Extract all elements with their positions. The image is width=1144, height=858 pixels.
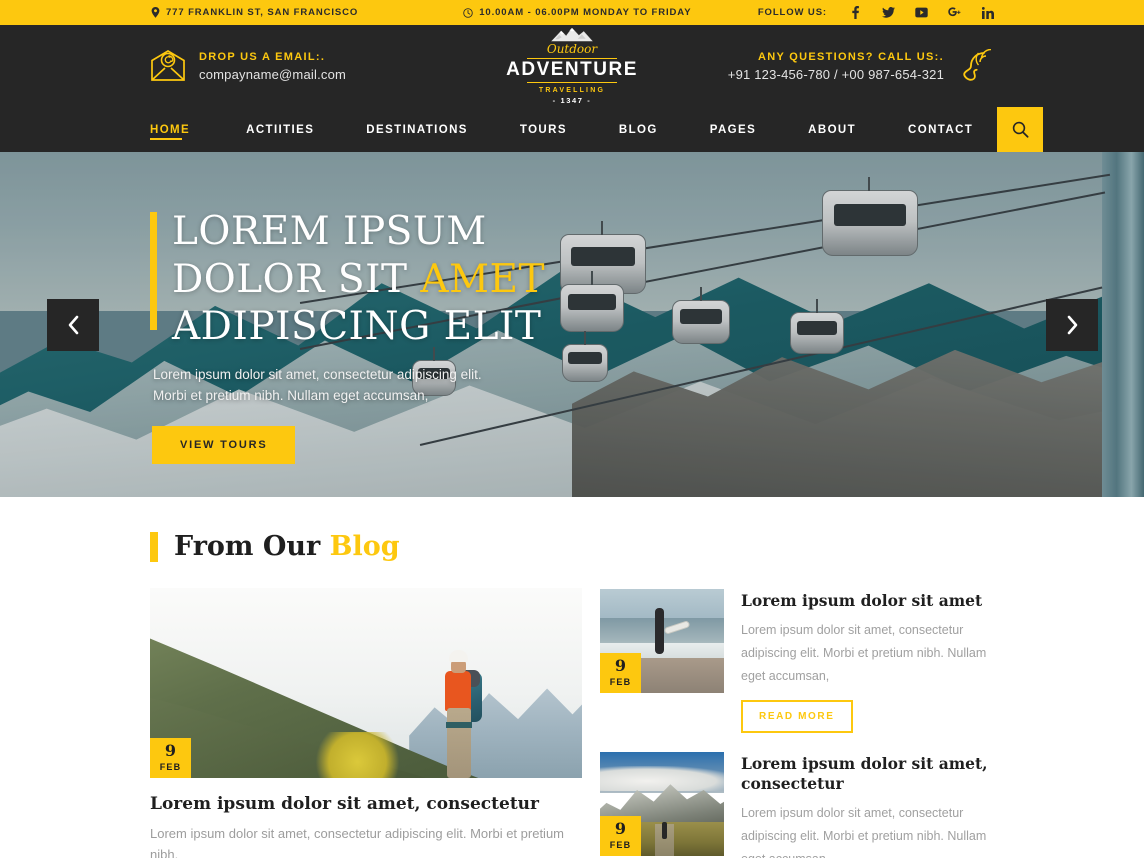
header-email-block: DROP US A EMAIL:. compayname@mail.com [150,49,346,83]
view-tours-button[interactable]: VIEW TOURS [152,425,296,464]
topbar-hours: 10.00AM - 06.00PM MONDAY TO FRIDAY [463,7,691,18]
blog-heading-pre: From Our [174,531,330,562]
blog-side-list: 9 FEB Lorem ipsum dolor sit amet Lorem i… [600,588,994,858]
hero-next-button[interactable] [1046,298,1098,351]
linkedin-icon[interactable] [981,6,994,19]
blog-post-item-1[interactable]: 9 FEB Lorem ipsum dolor sit amet Lorem i… [600,589,994,733]
nav-item-tours[interactable]: TOURS [494,107,593,152]
phone-icon [958,49,994,83]
hero-title-line3: ADIPISCING ELIT [172,304,542,350]
hero-content: LOREM IPSUM DOLOR SIT AMET ADIPISCING EL… [150,208,710,464]
date-day: 9 [614,818,627,838]
hero-subtitle: Lorem ipsum dolor sit amet, consectetur … [153,366,482,403]
nav-item-about[interactable]: ABOUT [782,107,882,152]
site-logo[interactable]: Outdoor ADVENTURE TRAVELLING - 1347 - [506,27,636,105]
blog-post-excerpt-1: Lorem ipsum dolor sit amet, consectetur … [741,623,987,684]
search-button[interactable] [997,107,1043,152]
blog-post-date-badge-1: 9 FEB [600,653,641,693]
hero-title-line2-pre: DOLOR SIT [172,256,421,302]
nav-item-actiities[interactable]: ACTIITIES [220,107,340,152]
follow-us-label: FOLLOW US: [757,7,827,18]
hero-title-line1: LOREM IPSUM [172,209,487,254]
topbar-address: 777 FRANKLIN ST, SAN FRANCISCO [150,7,358,18]
topbar-hours-text: 10.00AM - 06.00PM MONDAY TO FRIDAY [479,7,692,18]
blog-featured-post[interactable]: 9 FEB Lorem ipsum dolor sit amet, consec… [150,588,582,858]
call-value[interactable]: +91 123-456-780 / +00 987-654-321 [728,67,944,82]
clock-icon [463,7,473,18]
topbar-address-text: 777 FRANKLIN ST, SAN FRANCISCO [166,7,359,18]
blog-post-title-1[interactable]: Lorem ipsum dolor sit amet [741,591,994,611]
header-call-block: ANY QUESTIONS? CALL US:. +91 123-456-780… [728,49,994,83]
search-icon [1012,121,1029,138]
blog-post-title-2[interactable]: Lorem ipsum dolor sit amet, consectetur [741,754,994,794]
hero-accent-bar [150,212,157,330]
logo-rule-bottom [527,82,617,83]
header-call-text: ANY QUESTIONS? CALL US:. +91 123-456-780… [728,51,944,82]
chevron-right-icon [1066,315,1079,335]
chevron-left-icon [67,315,80,335]
blog-featured-date-badge: 9 FEB [150,738,191,778]
nav-item-pages[interactable]: PAGES [684,107,782,152]
date-month: FEB [159,762,182,772]
hero-slider: LOREM IPSUM DOLOR SIT AMET ADIPISCING EL… [0,152,1144,497]
date-month: FEB [609,677,632,687]
topbar-follow: FOLLOW US: [758,6,994,19]
blog-grid: 9 FEB Lorem ipsum dolor sit amet, consec… [150,588,994,858]
blog-heading: From Our Blog [150,531,994,562]
hero-title-accent: AMET [420,256,546,302]
date-day: 9 [614,656,627,675]
nav-item-destinations[interactable]: DESTINATIONS [340,107,494,152]
social-links [849,6,994,19]
logo-rule-top [527,57,617,59]
twitter-icon[interactable] [882,6,895,19]
page-root: 777 FRANKLIN ST, SAN FRANCISCO 10.00AM -… [0,0,1144,858]
youtube-icon[interactable] [915,6,928,19]
main-nav: HOME ACTIITIES DESTINATIONS TOURS BLOG P… [0,107,1144,152]
mountain-logo-icon [551,27,593,42]
site-header: DROP US A EMAIL:. compayname@mail.com Ou… [0,25,1144,107]
blog-heading-title: From Our Blog [174,531,400,562]
email-value[interactable]: compayname@mail.com [199,67,346,82]
logo-name: ADVENTURE [506,59,638,81]
hero-prev-button[interactable] [47,298,99,351]
logo-year: - 1347 - [552,96,592,105]
blog-featured-image: 9 FEB [150,588,582,778]
call-label: ANY QUESTIONS? CALL US:. [757,50,944,63]
google-plus-icon[interactable] [948,6,961,19]
blog-featured-excerpt: Lorem ipsum dolor sit amet, consectetur … [150,826,565,858]
logo-sub: TRAVELLING [538,87,606,94]
date-month: FEB [609,839,632,850]
blog-featured-title[interactable]: Lorem ipsum dolor sit amet, consectetur [150,793,582,815]
read-more-button-1[interactable]: READ MORE [741,699,853,733]
email-label: DROP US A EMAIL:. [199,50,326,63]
hero-title: LOREM IPSUM DOLOR SIT AMET ADIPISCING EL… [150,208,710,351]
blog-post-body-2: Lorem ipsum dolor sit amet, consectetur … [741,752,994,858]
blog-post-thumbnail-2: 9 FEB [600,751,724,856]
blog-post-date-badge-2: 9 FEB [600,815,641,856]
date-day: 9 [164,741,177,760]
blog-heading-accent: Blog [329,531,400,562]
hiker-figure [437,650,483,778]
blog-section: From Our Blog 9 FEB Lorem ipsum dolor si… [0,497,1144,858]
blog-post-body-1: Lorem ipsum dolor sit amet Lorem ipsum d… [741,589,994,733]
logo-script: Outdoor [546,41,598,56]
blog-heading-accent-bar [150,531,158,562]
nav-items: HOME ACTIITIES DESTINATIONS TOURS BLOG P… [150,107,999,152]
nav-item-home[interactable]: HOME [150,107,220,152]
nav-item-blog[interactable]: BLOG [593,107,684,152]
envelope-icon [150,49,186,83]
location-pin-icon [150,7,160,18]
top-bar: 777 FRANKLIN ST, SAN FRANCISCO 10.00AM -… [0,0,1144,25]
nav-item-contact[interactable]: CONTACT [882,107,999,152]
header-email-text: DROP US A EMAIL:. compayname@mail.com [199,51,346,82]
blog-post-item-2[interactable]: 9 FEB Lorem ipsum dolor sit amet, consec… [600,751,994,858]
facebook-icon[interactable] [849,6,862,19]
blog-post-excerpt-2: Lorem ipsum dolor sit amet, consectetur … [741,805,987,858]
blog-post-thumbnail-1: 9 FEB [600,589,724,693]
hero-title-line2: DOLOR SIT AMET [172,256,710,304]
